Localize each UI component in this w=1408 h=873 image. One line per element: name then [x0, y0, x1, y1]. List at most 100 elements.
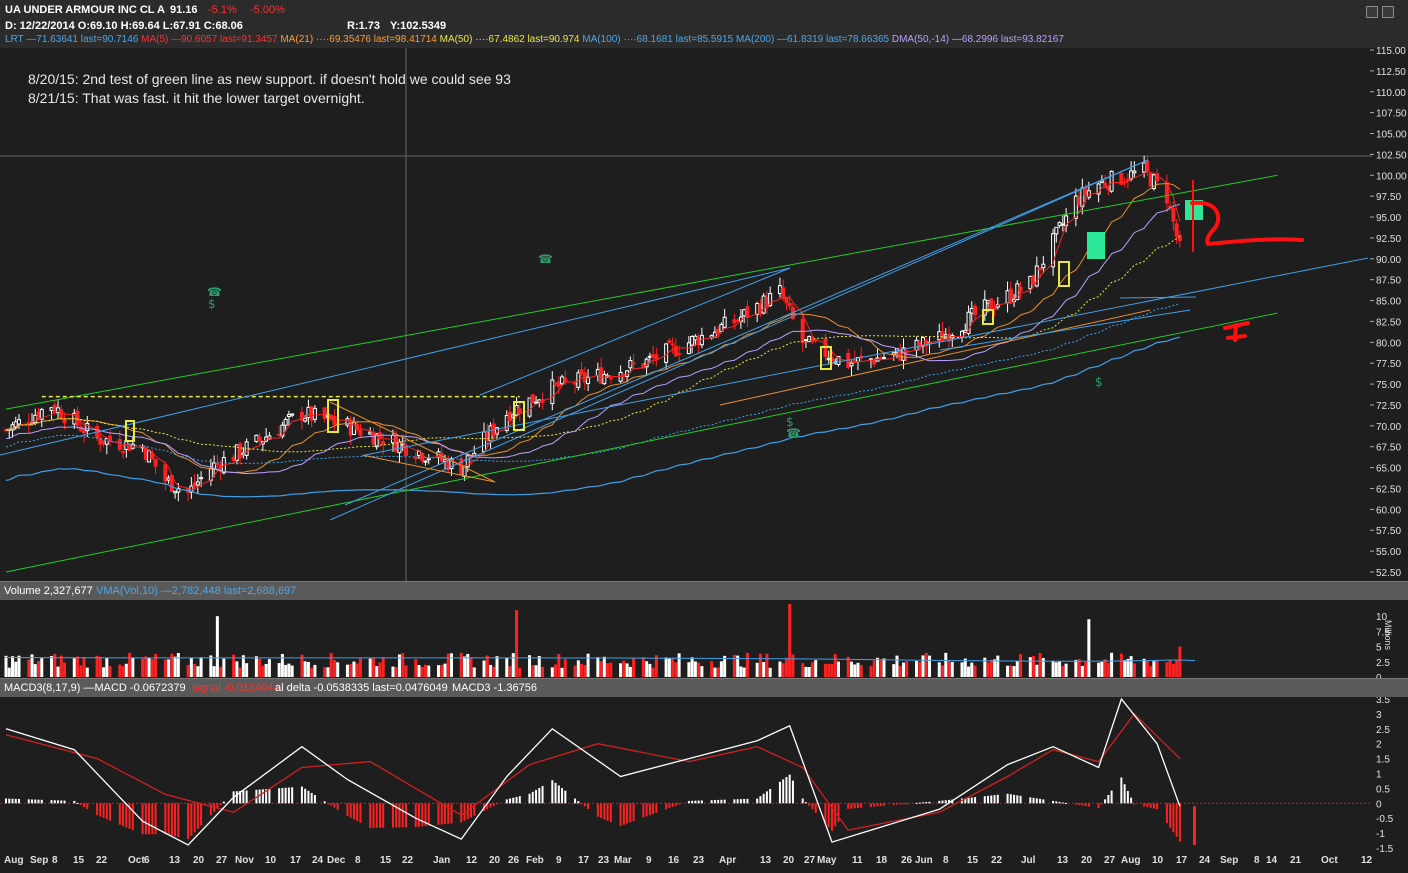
volume-bar — [420, 667, 424, 677]
volume-bar — [807, 666, 811, 677]
x-axis-label: 15 — [73, 855, 85, 866]
candle-body — [1171, 207, 1176, 222]
macd-histogram-bar — [538, 787, 541, 804]
volume-bar — [693, 661, 697, 677]
macd-histogram-bar — [928, 801, 931, 804]
macd-histogram-bar — [414, 803, 417, 828]
earnings-call-icon: ☎ — [538, 252, 553, 266]
macd-histogram-bar — [1120, 777, 1123, 804]
macd-histogram-bar — [996, 794, 999, 804]
volume-bar — [368, 658, 372, 677]
volume-bar — [537, 656, 541, 677]
macd-histogram-bar — [492, 803, 495, 806]
volume-bar — [199, 657, 203, 677]
volume-bar — [849, 661, 853, 677]
volume-bar — [755, 662, 759, 677]
x-axis-label: 8 — [943, 855, 949, 866]
macd-histogram-bar — [899, 803, 902, 805]
volume-bar — [131, 657, 135, 677]
x-axis-label: Dec — [327, 855, 346, 866]
macd-histogram-bar — [99, 803, 102, 817]
volume-bar — [27, 659, 31, 677]
macd-histogram-bar — [125, 803, 128, 828]
candle-body — [1018, 286, 1023, 292]
volume-bar — [784, 657, 788, 677]
price-tick-label: 77.50 — [1376, 359, 1401, 370]
macd-histogram-bar — [733, 799, 736, 804]
volume-bar — [869, 666, 873, 677]
volume-bar — [264, 663, 268, 677]
macd-histogram-bar — [801, 798, 804, 804]
volume-bar — [901, 662, 905, 677]
candle-body — [582, 372, 587, 383]
volume-bar — [404, 665, 408, 677]
macd-histogram-bar — [609, 803, 612, 823]
volume-bar — [443, 663, 447, 677]
macd-histogram-bar — [102, 803, 105, 818]
macd-histogram-bar — [879, 803, 882, 807]
macd-histogram-bar — [1074, 803, 1077, 805]
macd-histogram-bar — [987, 795, 990, 804]
candle-body — [358, 429, 363, 436]
candle-body — [426, 458, 431, 461]
candle-body — [1054, 226, 1059, 235]
x-axis-label: Jan — [433, 855, 450, 866]
macd-histogram-bar — [671, 803, 674, 807]
macd-histogram-bar — [1061, 802, 1064, 804]
macd-histogram-bar — [587, 803, 590, 809]
volume-bar — [531, 665, 535, 677]
macd-histogram-bar — [564, 790, 567, 804]
macd-histogram-bar — [1100, 803, 1103, 805]
candle-body — [1142, 162, 1147, 173]
candle-body — [199, 477, 204, 480]
candle-body — [163, 464, 168, 482]
volume-bar — [108, 666, 112, 677]
macd-histogram-bar — [1126, 790, 1129, 804]
price-tick-label: 60.00 — [1376, 505, 1401, 516]
volume-bar — [371, 657, 375, 677]
price-tick-label: 57.50 — [1376, 526, 1401, 537]
candle-body — [784, 297, 789, 304]
volume-bar — [310, 667, 314, 677]
volume-bar — [76, 656, 80, 677]
macd-histogram-bar — [791, 780, 794, 804]
volume-bar — [1142, 658, 1146, 677]
chart-canvas[interactable]: 115.00112.50110.00107.50105.00102.50100.… — [0, 0, 1408, 873]
x-axis-label: 9 — [556, 855, 562, 866]
volume-bar — [859, 664, 863, 677]
macd-histogram-bar — [762, 793, 765, 804]
candle-body — [810, 339, 815, 342]
macd-histogram-bar — [460, 803, 463, 823]
volume-bar — [606, 663, 610, 677]
candle-body — [423, 460, 428, 463]
price-tick-label: 115.00 — [1376, 46, 1406, 57]
candle-body — [693, 335, 698, 341]
macd-histogram-bar — [63, 800, 66, 804]
macd-histogram-bar — [648, 803, 651, 816]
volume-bar — [440, 664, 444, 677]
candle-body — [371, 431, 376, 445]
volume-spike-bar — [515, 610, 519, 677]
x-axis-label: 17 — [578, 855, 590, 866]
volume-bar — [651, 667, 655, 677]
volume-bar — [82, 657, 86, 677]
macd-histogram-bar — [983, 796, 986, 804]
macd-histogram-bar — [73, 800, 76, 804]
candle-body — [257, 436, 262, 442]
candle-body — [527, 397, 532, 417]
volume-bar — [495, 656, 499, 677]
macd-tick-label: 0.5 — [1376, 784, 1390, 795]
volume-bar — [144, 656, 148, 677]
macd-histogram-bar — [918, 802, 921, 804]
dividend-icon: $ — [786, 415, 794, 429]
macd-histogram-bar — [86, 803, 89, 810]
macd-histogram-bar — [811, 803, 814, 810]
volume-bar — [602, 656, 606, 677]
macd-histogram-bar — [970, 797, 973, 804]
candle-body — [368, 431, 373, 435]
volume-bar — [56, 666, 60, 677]
volume-bar — [833, 654, 837, 677]
candle-body — [1174, 223, 1179, 237]
macd-histogram-bar — [14, 798, 17, 804]
volume-bar — [963, 658, 967, 677]
